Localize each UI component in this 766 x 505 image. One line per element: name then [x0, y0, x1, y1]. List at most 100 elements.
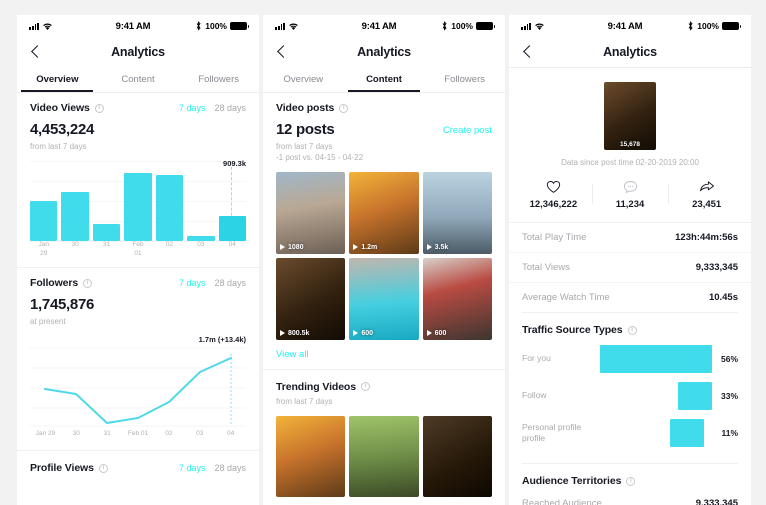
play-count: 1080 — [280, 244, 304, 251]
info-icon[interactable]: i — [627, 325, 637, 335]
shares-value: 23,451 — [692, 199, 722, 210]
x-label-5: 03 — [197, 241, 205, 248]
play-count: 3.5k — [426, 243, 449, 251]
phone-screen-overview: 9:41 AM 100% Analytics Overview Content … — [17, 15, 259, 505]
video-post-cell[interactable]: 600 — [422, 257, 492, 340]
stat-value: 123h:44m:56s — [675, 232, 738, 243]
bar-jan-29[interactable] — [30, 201, 58, 241]
range-7-days[interactable]: 7 days — [179, 103, 206, 113]
battery-icon — [230, 22, 249, 30]
info-icon[interactable]: i — [94, 103, 104, 113]
traffic-label: Follow — [522, 390, 547, 401]
trending-video-cell[interactable] — [276, 415, 346, 498]
video-post-cell[interactable]: 800.5k — [276, 257, 346, 340]
traffic-header: Traffic Source Types i — [522, 324, 738, 336]
x-label-0: Jan 29 — [38, 241, 49, 257]
wifi-icon — [289, 23, 298, 30]
traffic-label: For you — [522, 353, 551, 364]
traffic-bar — [600, 345, 712, 373]
stat-key: Reached Audience — [522, 498, 602, 505]
info-icon[interactable]: i — [361, 382, 370, 392]
video-views-title: Video Views — [30, 102, 90, 114]
range-7-days[interactable]: 7 days — [179, 278, 206, 288]
signal-bars-icon — [275, 22, 286, 30]
info-icon[interactable]: i — [339, 103, 349, 113]
tab-followers[interactable]: Followers — [178, 67, 259, 92]
video-post-cell[interactable]: 600 — [349, 257, 419, 340]
nav-bar: Analytics — [263, 37, 505, 67]
status-right: 100% — [423, 21, 495, 31]
nav-bar: Analytics — [17, 37, 259, 67]
stat-row-total-views: Total Views 9,333,345 — [509, 253, 751, 283]
status-right: 100% — [669, 21, 741, 31]
info-icon[interactable]: i — [98, 463, 108, 473]
video-views-header: Video Views i 7 days 28 days — [30, 102, 246, 114]
bar-feb-01[interactable] — [124, 173, 152, 241]
stat-value: 9,333,345 — [695, 262, 738, 273]
play-icon — [353, 244, 359, 251]
view-all-link[interactable]: View all — [276, 349, 492, 360]
traffic-row-for-you: For you 56% — [522, 345, 738, 373]
trending-subtitle: from last 7 days — [276, 396, 333, 406]
tab-followers[interactable]: Followers — [424, 67, 505, 92]
video-post-cell[interactable]: 3.5k — [422, 172, 492, 254]
stat-value: 9,333,345 — [695, 498, 738, 505]
overview-scroll-body[interactable]: Video Views i 7 days 28 days 4,453,224 f… — [17, 93, 259, 505]
video-post-cell[interactable]: 1.2m — [349, 172, 419, 254]
range-28-days[interactable]: 28 days — [214, 463, 246, 473]
posts-count: 12 posts — [276, 121, 335, 138]
screenshot-root: 9:41 AM 100% Analytics Overview Content … — [0, 0, 766, 505]
traffic-row-personal-profile: Personal profile profile 11% — [522, 419, 738, 447]
stat-key: Total Views — [522, 262, 570, 273]
content-scroll-body[interactable]: Video posts i 12 posts Create post from … — [263, 93, 505, 505]
play-count: 600 — [353, 330, 373, 337]
play-count-value: 3.5k — [434, 243, 449, 251]
range-7-days[interactable]: 7 days — [179, 463, 206, 473]
trending-video-cell[interactable] — [422, 415, 492, 498]
battery-icon — [476, 22, 495, 30]
section-video-views: Video Views i 7 days 28 days 4,453,224 f… — [17, 93, 259, 261]
bar-04[interactable] — [218, 215, 246, 241]
video-post-grid: 1080 1.2m 3.5k 800.5k 600 600 — [276, 172, 492, 340]
post-thumbnail[interactable]: 15,678 — [604, 82, 656, 150]
traffic-bar — [678, 382, 712, 410]
tab-overview[interactable]: Overview — [263, 67, 344, 92]
page-title: Analytics — [357, 45, 411, 59]
tab-overview[interactable]: Overview — [17, 67, 98, 92]
video-views-value: 4,453,224 — [30, 121, 95, 138]
tab-content[interactable]: Content — [98, 67, 179, 92]
followers-title: Followers — [30, 277, 79, 289]
tab-content[interactable]: Content — [344, 67, 425, 92]
info-icon[interactable]: i — [626, 476, 636, 486]
bar-02[interactable] — [155, 175, 184, 241]
x-label-2: 31 — [102, 241, 111, 248]
create-post-button[interactable]: Create post — [443, 125, 492, 138]
bar-31[interactable] — [92, 224, 121, 241]
traffic-pct: 11% — [721, 428, 738, 438]
status-right: 100% — [177, 21, 249, 31]
range-28-days[interactable]: 28 days — [214, 278, 246, 288]
video-views-subtitle: from last 7 days — [30, 142, 87, 151]
followers-value: 1,745,876 — [30, 296, 95, 313]
x-label-1: 30 — [71, 241, 79, 248]
video-post-cell[interactable]: 1080 — [276, 172, 346, 254]
play-count-value: 600 — [434, 329, 447, 337]
bar-30[interactable] — [61, 192, 89, 241]
comment-icon — [623, 181, 637, 194]
heart-icon — [546, 181, 560, 193]
x-label-2: 31 — [103, 430, 111, 437]
engagement-row: 12,346,222 11,234 23,451 — [509, 180, 751, 223]
x-label-3: Feb 01 — [132, 241, 144, 257]
range-28-days[interactable]: 28 days — [214, 103, 246, 113]
info-icon[interactable]: i — [83, 278, 93, 288]
stat-row-total-play-time: Total Play Time 123h:44m:56s — [509, 223, 751, 253]
play-icon — [426, 244, 432, 251]
comments-value: 11,234 — [615, 199, 645, 210]
audience-header: Audience Territories i — [522, 475, 738, 487]
trending-video-cell[interactable] — [349, 415, 419, 498]
stat-key: Average Watch Time — [522, 292, 610, 303]
trending-header: Trending Videos i — [276, 381, 492, 393]
x-label-0: Jan 29 — [35, 430, 56, 437]
post-analytics-scroll-body[interactable]: 15,678 Data since post time 02-20-2019 2… — [509, 67, 751, 505]
stat-key: Total Play Time — [522, 232, 587, 243]
